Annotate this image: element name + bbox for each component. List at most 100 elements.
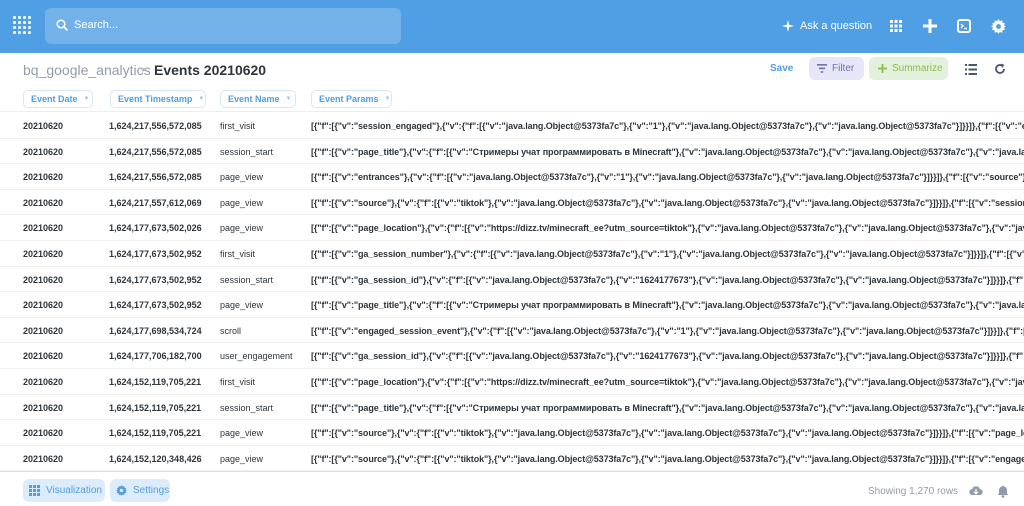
cell-event-params[interactable]: [{"f":[{"v":"page_location"},{"v":{"f":[… — [311, 223, 1024, 233]
cell-event-name[interactable]: session_start — [220, 147, 273, 157]
cell-event-date[interactable]: 20210620 — [23, 454, 63, 464]
table-row[interactable]: 20210620 1,624,177,706,182,700 user_engage… — [0, 343, 1024, 369]
cell-event-params[interactable]: [{"f":[{"v":"page_location"},{"v":{"f":[… — [311, 377, 1024, 387]
table-row[interactable]: 20210620 1,624,177,673,502,952 page_view [{… — [0, 292, 1024, 318]
cell-event-timestamp[interactable]: 1,624,177,698,534,724 — [109, 326, 202, 336]
cell-event-timestamp[interactable]: 1,624,217,556,572,085 — [109, 172, 202, 182]
cell-event-date[interactable]: 20210620 — [23, 223, 63, 233]
cell-event-date[interactable]: 20210620 — [23, 300, 63, 310]
breadcrumb-table[interactable]: Events 20210620 — [154, 62, 266, 78]
table-row[interactable]: 20210620 1,624,177,698,534,724 scroll [{"f"… — [0, 318, 1024, 344]
notebook-list-icon[interactable] — [964, 62, 978, 76]
cell-event-name[interactable]: page_view — [220, 198, 263, 208]
cell-event-params[interactable]: [{"f":[{"v":"page_title"},{"v":{"f":[{"v… — [311, 300, 1024, 310]
cell-event-name[interactable]: page_view — [220, 223, 263, 233]
column-header-event-date[interactable]: Event Date ▼ — [23, 90, 93, 108]
metabase-logo-icon[interactable] — [13, 16, 33, 36]
column-header-event-params[interactable]: Event Params ▼ — [311, 90, 392, 108]
filter-label: Filter — [832, 63, 855, 74]
table-header: Event Date ▼ Event Timestamp ▼ Event Name ▼… — [0, 87, 1024, 112]
cell-event-params[interactable]: [{"f":[{"v":"ga_session_id"},{"v":{"f":[… — [311, 351, 1024, 361]
search-input[interactable]: Search... — [45, 8, 401, 44]
cell-event-name[interactable]: user_engagement — [220, 351, 293, 361]
cell-event-date[interactable]: 20210620 — [23, 326, 63, 336]
cell-event-params[interactable]: [{"f":[{"v":"ga_session_number"},{"v":{"… — [311, 249, 1024, 259]
cell-event-date[interactable]: 20210620 — [23, 147, 63, 157]
cell-event-name[interactable]: first_visit — [220, 121, 255, 131]
view-footer: Visualization Settings Showing 1,270 row… — [0, 471, 1024, 506]
cell-event-date[interactable]: 20210620 — [23, 403, 63, 413]
cell-event-name[interactable]: session_start — [220, 275, 273, 285]
plus-icon[interactable] — [921, 17, 939, 35]
cell-event-date[interactable]: 20210620 — [23, 377, 63, 387]
cell-event-date[interactable]: 20210620 — [23, 121, 63, 131]
cell-event-params[interactable]: [{"f":[{"v":"entrances"},{"v":{"f":[{"v"… — [311, 172, 1024, 182]
visualization-label: Visualization — [46, 485, 102, 496]
cell-event-timestamp[interactable]: 1,624,217,556,572,085 — [109, 147, 202, 157]
cell-event-name[interactable]: page_view — [220, 454, 263, 464]
download-icon[interactable] — [969, 484, 983, 498]
table-row[interactable]: 20210620 1,624,217,556,572,085 session_sta… — [0, 139, 1024, 165]
row-count: Showing 1,270 rows — [868, 486, 959, 497]
cell-event-name[interactable]: page_view — [220, 428, 263, 438]
cell-event-date[interactable]: 20210620 — [23, 351, 63, 361]
bell-icon[interactable] — [996, 484, 1010, 498]
refresh-icon[interactable] — [993, 62, 1007, 76]
table-row[interactable]: 20210620 1,624,217,556,572,085 first_visit… — [0, 113, 1024, 139]
cell-event-date[interactable]: 20210620 — [23, 172, 63, 182]
visualization-button[interactable]: Visualization — [23, 479, 105, 502]
table-row[interactable]: 20210620 1,624,177,673,502,952 first_visit… — [0, 241, 1024, 267]
cell-event-params[interactable]: [{"f":[{"v":"page_title"},{"v":{"f":[{"v… — [311, 147, 1024, 157]
cell-event-name[interactable]: first_visit — [220, 249, 255, 259]
settings-label: Settings — [133, 485, 170, 496]
gear-icon[interactable] — [989, 17, 1007, 35]
cell-event-timestamp[interactable]: 1,624,177,673,502,952 — [109, 275, 202, 285]
cell-event-params[interactable]: [{"f":[{"v":"page_title"},{"v":{"f":[{"v… — [311, 403, 1024, 413]
table-row[interactable]: 20210620 1,624,217,556,572,085 page_view [{… — [0, 164, 1024, 190]
breadcrumb-database[interactable]: bq_google_analytics — [23, 62, 151, 78]
chevron-down-icon: ▼ — [83, 96, 90, 102]
cell-event-params[interactable]: [{"f":[{"v":"source"},{"v":{"f":[{"v":"t… — [311, 454, 1024, 464]
cell-event-params[interactable]: [{"f":[{"v":"engaged_session_event"},{"v… — [311, 326, 1024, 336]
cell-event-timestamp[interactable]: 1,624,177,673,502,952 — [109, 249, 202, 259]
cell-event-timestamp[interactable]: 1,624,152,119,705,221 — [109, 377, 201, 387]
cell-event-timestamp[interactable]: 1,624,177,673,502,026 — [109, 223, 202, 233]
cell-event-timestamp[interactable]: 1,624,217,557,612,069 — [109, 198, 202, 208]
chevron-down-icon: ▼ — [285, 96, 292, 102]
table-row[interactable]: 20210620 1,624,177,673,502,026 page_view [{… — [0, 215, 1024, 241]
cell-event-params[interactable]: [{"f":[{"v":"session_engaged"},{"v":{"f"… — [311, 121, 1024, 131]
cell-event-name[interactable]: first_visit — [220, 377, 255, 387]
browse-grid-icon[interactable] — [887, 17, 905, 35]
filter-button[interactable]: Filter — [809, 57, 864, 80]
table-row[interactable]: 20210620 1,624,217,557,612,069 page_view [{… — [0, 190, 1024, 216]
cell-event-timestamp[interactable]: 1,624,177,706,182,700 — [109, 351, 202, 361]
summarize-button[interactable]: Summarize — [869, 57, 948, 80]
cell-event-date[interactable]: 20210620 — [23, 249, 63, 259]
cell-event-name[interactable]: scroll — [220, 326, 241, 336]
table-row[interactable]: 20210620 1,624,177,673,502,952 session_sta… — [0, 267, 1024, 293]
settings-button[interactable]: Settings — [110, 479, 170, 502]
cell-event-name[interactable]: session_start — [220, 403, 273, 413]
cell-event-params[interactable]: [{"f":[{"v":"source"},{"v":{"f":[{"v":"t… — [311, 198, 1024, 208]
cell-event-name[interactable]: page_view — [220, 300, 263, 310]
cell-event-timestamp[interactable]: 1,624,152,120,348,426 — [109, 454, 202, 464]
ask-question-button[interactable]: Ask a question — [782, 17, 872, 35]
cell-event-timestamp[interactable]: 1,624,177,673,502,952 — [109, 300, 202, 310]
table-row[interactable]: 20210620 1,624,152,119,705,221 page_view [{… — [0, 420, 1024, 446]
table-row[interactable]: 20210620 1,624,152,119,705,221 session_sta… — [0, 395, 1024, 421]
cell-event-params[interactable]: [{"f":[{"v":"ga_session_id"},{"v":{"f":[… — [311, 275, 1024, 285]
cell-event-timestamp[interactable]: 1,624,152,119,705,221 — [109, 428, 201, 438]
cell-event-timestamp[interactable]: 1,624,152,119,705,221 — [109, 403, 201, 413]
cell-event-timestamp[interactable]: 1,624,217,556,572,085 — [109, 121, 202, 131]
column-header-event-timestamp[interactable]: Event Timestamp ▼ — [110, 90, 206, 108]
table-row[interactable]: 20210620 1,624,152,119,705,221 first_visit… — [0, 369, 1024, 395]
save-button[interactable]: Save — [770, 63, 793, 74]
table-row[interactable]: 20210620 1,624,152,120,348,426 page_view [{… — [0, 446, 1024, 471]
cell-event-date[interactable]: 20210620 — [23, 275, 63, 285]
cell-event-date[interactable]: 20210620 — [23, 198, 63, 208]
column-header-event-name[interactable]: Event Name ▼ — [220, 90, 296, 108]
cell-event-name[interactable]: page_view — [220, 172, 263, 182]
cell-event-params[interactable]: [{"f":[{"v":"source"},{"v":{"f":[{"v":"t… — [311, 428, 1024, 438]
cell-event-date[interactable]: 20210620 — [23, 428, 63, 438]
terminal-icon[interactable] — [955, 17, 973, 35]
